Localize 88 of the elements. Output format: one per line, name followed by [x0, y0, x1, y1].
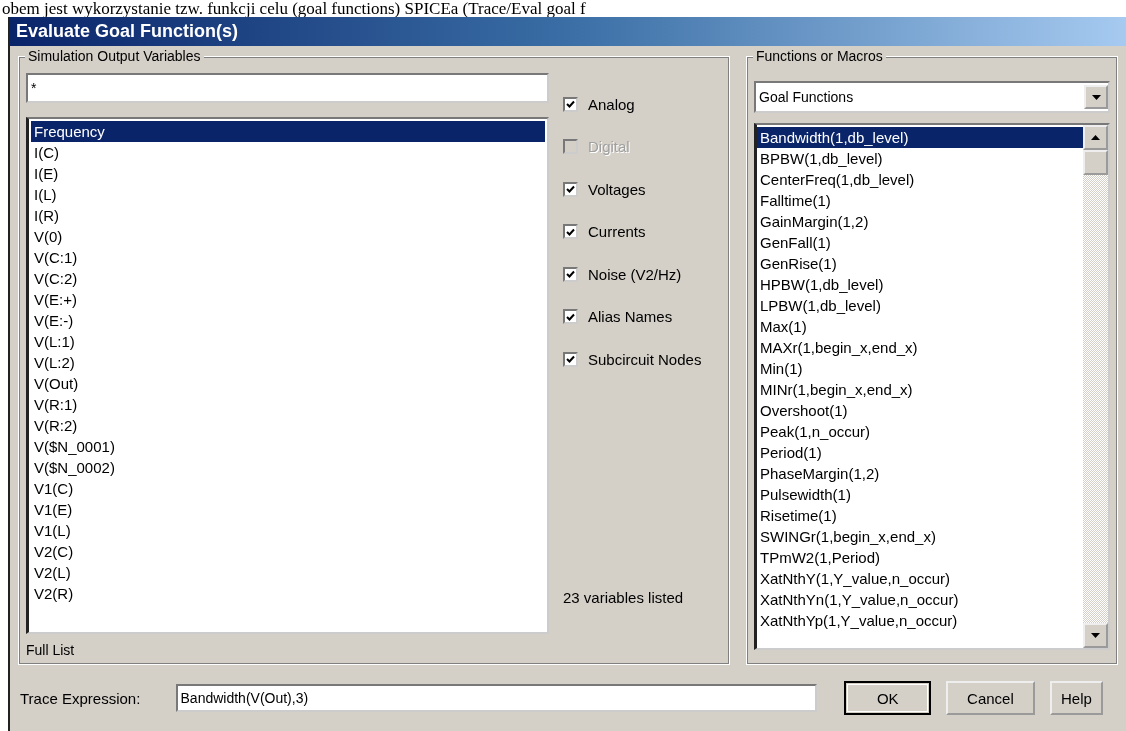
checkbox[interactable] — [563, 181, 578, 197]
list-item[interactable]: SWINGr(1,begin_x,end_x) — [757, 526, 1083, 547]
function-list[interactable] — [754, 123, 1110, 650]
list-item[interactable]: BPBW(1,db_level) — [757, 148, 1083, 169]
list-item[interactable]: I(E) — [31, 163, 545, 184]
list-item[interactable]: V2(R) — [31, 583, 545, 604]
scroll-thumb[interactable] — [1083, 150, 1108, 175]
list-item[interactable]: Period(1) — [757, 442, 1083, 463]
list-item[interactable]: V(C:1) — [31, 247, 545, 268]
list-item[interactable]: I(R) — [31, 205, 545, 226]
checkbox-label: Subcircuit Nodes — [588, 350, 702, 368]
function-dropdown[interactable]: Goal Functions — [754, 81, 1110, 113]
scroll-down-button[interactable] — [1083, 623, 1108, 648]
document-text: obem jest wykorzystanie tzw. funkcji celu (goal functions) SPICEa (Trace/Eval goal f — [1, 0, 587, 17]
list-item[interactable]: Bandwidth(1,db_level) — [757, 127, 1083, 148]
filter-field[interactable]: * — [26, 73, 549, 103]
checkbox-label: Voltages — [588, 180, 646, 198]
list-item[interactable]: XatNthYn(1,Y_value,n_occur) — [757, 589, 1083, 610]
field-label: Trace Expression: — [20, 689, 142, 707]
group-label: Functions or Macros — [753, 48, 886, 64]
list-item[interactable]: TPmW2(1,Period) — [757, 547, 1083, 568]
list-item[interactable]: Pulsewidth(1) — [757, 484, 1083, 505]
list-item[interactable]: Frequency — [31, 121, 545, 142]
variable-count: 23 variables listed — [563, 589, 685, 606]
list-item[interactable]: V(L:2) — [31, 352, 545, 373]
check-icon — [566, 227, 575, 236]
list-item[interactable]: V1(L) — [31, 520, 545, 541]
list-item[interactable]: V1(C) — [31, 478, 545, 499]
list-item[interactable]: PhaseMargin(1,2) — [757, 463, 1083, 484]
trace-expression-field[interactable]: Bandwidth(V(Out),3) — [175, 684, 818, 712]
list-item[interactable]: GenRise(1) — [757, 253, 1083, 274]
dialog-button[interactable]: Cancel — [946, 681, 1035, 715]
list-item[interactable]: GenFall(1) — [757, 232, 1083, 253]
scrollbar[interactable] — [1083, 125, 1108, 648]
list-item[interactable]: V(C:2) — [31, 268, 545, 289]
list-item[interactable]: XatNthY(1,Y_value,n_occur) — [757, 568, 1083, 589]
list-item[interactable]: MAXr(1,begin_x,end_x) — [757, 337, 1083, 358]
list-item[interactable]: V(R:1) — [31, 394, 545, 415]
list-item[interactable]: V(R:2) — [31, 415, 545, 436]
check-icon — [566, 100, 575, 109]
checkbox-label: Noise (V2/Hz) — [588, 265, 682, 283]
list-item[interactable]: Falltime(1) — [757, 190, 1083, 211]
down-arrow-icon — [1091, 94, 1101, 100]
checkbox[interactable] — [563, 309, 578, 325]
up-arrow-icon — [1091, 135, 1100, 140]
check-icon — [566, 185, 575, 194]
list-item[interactable]: CenterFreq(1,db_level) — [757, 169, 1083, 190]
checkbox[interactable] — [563, 96, 578, 112]
list-item[interactable]: Overshoot(1) — [757, 400, 1083, 421]
list-item[interactable]: V(E:+) — [31, 289, 545, 310]
checkbox[interactable] — [563, 351, 578, 367]
list-item[interactable]: V2(C) — [31, 541, 545, 562]
check-icon — [566, 270, 575, 279]
window-title: Evaluate Goal Function(s) — [10, 17, 1126, 46]
checkbox[interactable] — [563, 266, 578, 282]
checkbox-label: Currents — [588, 223, 646, 241]
list-item[interactable]: V(L:1) — [31, 331, 545, 352]
dropdown-button[interactable] — [1084, 85, 1108, 109]
check-icon — [566, 355, 575, 364]
list-item[interactable]: V(Out) — [31, 373, 545, 394]
dialog-button[interactable]: OK — [844, 681, 932, 715]
checkbox-label: Alias Names — [588, 308, 673, 326]
list-item[interactable]: Max(1) — [757, 316, 1083, 337]
list-item[interactable]: HPBW(1,db_level) — [757, 274, 1083, 295]
list-item[interactable]: I(L) — [31, 184, 545, 205]
dialog-button[interactable]: Help — [1049, 681, 1103, 715]
list-item[interactable]: V($N_0001) — [31, 436, 545, 457]
list-status: Full List — [26, 641, 76, 658]
list-item[interactable]: LPBW(1,db_level) — [757, 295, 1083, 316]
checkbox-label: Analog — [588, 95, 635, 113]
list-item[interactable]: V(E:-) — [31, 310, 545, 331]
list-item[interactable]: Min(1) — [757, 358, 1083, 379]
variable-list[interactable]: Frequency I(C) I(E) I(L) I(R) V(0) V(C:1) V(C:2) V(E:+) V(E:-) V(L:1) V(L:2) V(Out) V(R:1) V(R:2) V($N_0001) V($N_0002) V1(C) V1(E) V1(L) V2(C) V2(L) V2(R) — [26, 117, 549, 634]
list-item[interactable]: V1(E) — [31, 499, 545, 520]
list-item[interactable]: GainMargin(1,2) — [757, 211, 1083, 232]
list-item[interactable]: I(C) — [31, 142, 545, 163]
check-icon — [566, 312, 575, 321]
list-item[interactable]: V2(L) — [31, 562, 545, 583]
list-item[interactable]: V(0) — [31, 226, 545, 247]
list-item[interactable]: MINr(1,begin_x,end_x) — [757, 379, 1083, 400]
checkbox[interactable] — [563, 224, 578, 240]
down-arrow-icon — [1091, 633, 1100, 638]
list-item[interactable]: Risetime(1) — [757, 505, 1083, 526]
group-label: Simulation Output Variables — [25, 48, 204, 64]
scroll-up-button[interactable] — [1083, 125, 1108, 150]
list-item[interactable]: XatNthYp(1,Y_value,n_occur) — [757, 610, 1083, 631]
list-item[interactable]: V($N_0002) — [31, 457, 545, 478]
list-item[interactable]: Peak(1,n_occur) — [757, 421, 1083, 442]
